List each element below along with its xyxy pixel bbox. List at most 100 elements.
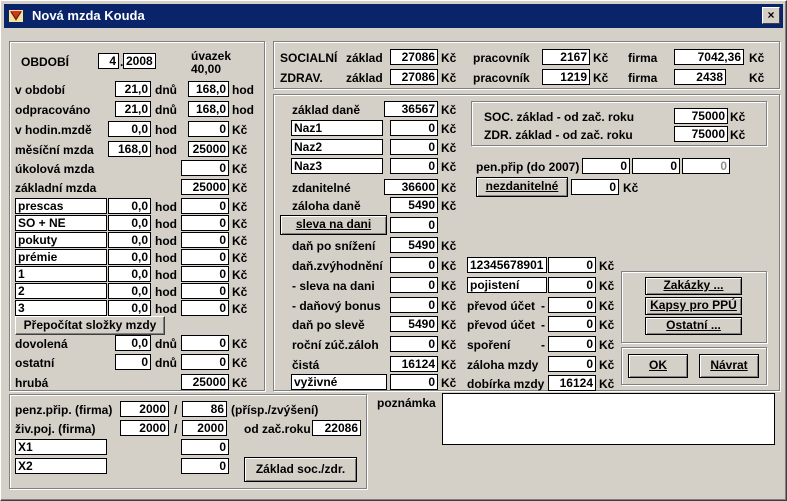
hruba-amount[interactable]: 25000 [181,374,229,390]
navrat-button[interactable]: Návrat [699,354,759,378]
v-obdobi-hours[interactable]: 168,0 [188,81,229,97]
component-hours[interactable]: 0,0 [108,215,151,231]
x2-name[interactable]: X2 [15,458,107,474]
year-field[interactable]: 2008 [123,53,156,69]
nezdanitelne-value[interactable]: 0 [571,179,619,195]
component-name[interactable]: 1 [15,266,107,282]
zaloha-mzdy-value[interactable]: 0 [548,356,596,372]
naz3-name[interactable]: Naz3 [291,158,383,174]
zdr-zaklad-field[interactable]: 27086 [390,69,438,85]
component-name[interactable]: prescas [15,198,107,214]
component-amount[interactable]: 0 [181,198,229,214]
title-bar[interactable]: Nová mzda Kouda × [4,4,783,28]
mesicni-mzda-amount[interactable]: 25000 [188,141,229,157]
od-zac-roku-value[interactable]: 22086 [312,420,361,436]
soc-firma-field[interactable]: 7042,36 [674,49,744,65]
component-name[interactable]: 2 [15,283,107,299]
poznamka-field[interactable] [442,393,775,445]
soc-cumul-field[interactable]: 75000 [674,108,728,124]
x1-name[interactable]: X1 [15,439,107,455]
component-amount[interactable]: 0 [181,215,229,231]
naz1-value[interactable]: 0 [390,120,438,136]
penz-prip-note: (přísp./zvýšení) [231,403,319,417]
sporeni-value[interactable]: 0 [548,336,596,352]
component-name[interactable]: pokuty [15,232,107,248]
component-amount[interactable]: 0 [181,249,229,265]
zakazky-button[interactable]: Zakázky ... [645,277,742,295]
rocni-zuc-field[interactable]: 0 [390,336,438,352]
account-name[interactable]: 12345678901 [467,257,547,273]
zdr-cumul-field[interactable]: 75000 [674,126,728,142]
cista-field[interactable]: 16124 [390,356,438,372]
hodin-mzde-amount[interactable]: 0 [188,121,229,137]
dan-zvyhodneni-field[interactable]: 0 [390,257,438,273]
component-hours[interactable]: 0,0 [108,249,151,265]
component-amount[interactable]: 0 [181,266,229,282]
component-amount[interactable]: 0 [181,283,229,299]
ziv-poj-value[interactable]: 2000 [182,420,227,436]
x1-value[interactable]: 0 [181,439,229,455]
pen-prip-v1[interactable]: 0 [582,158,630,174]
pojisteni-name[interactable]: pojistení [467,277,547,293]
danovy-bonus-field[interactable]: 0 [390,297,438,313]
odpracovano-days[interactable]: 21,0 [115,101,151,117]
close-button[interactable]: × [762,7,780,24]
prevod2-value[interactable]: 0 [548,316,596,332]
component-hours[interactable]: 0,0 [108,300,151,316]
account-value[interactable]: 0 [548,257,596,273]
dan-po-sleve-field[interactable]: 5490 [390,316,438,332]
naz1-name[interactable]: Naz1 [291,120,383,136]
zakladni-mzda-amount[interactable]: 25000 [181,179,229,195]
mesicni-mzda-hours[interactable]: 168,0 [108,141,151,157]
component-name[interactable]: prémie [15,249,107,265]
zdanitelne-field[interactable]: 36600 [384,179,438,195]
hodin-mzde-hours[interactable]: 0,0 [108,121,151,137]
dovolena-amount[interactable]: 0 [181,335,229,351]
component-hours[interactable]: 0,0 [108,198,151,214]
pojisteni-value[interactable]: 0 [548,277,596,293]
ziv-poj-firma[interactable]: 2000 [120,420,169,436]
soc-zaklad-field[interactable]: 27086 [390,49,438,65]
zdr-firma-field[interactable]: 2438 [674,69,726,85]
recalc-components-button[interactable]: Přepočítat složky mzdy [15,316,165,335]
sleva-na-dani-field[interactable]: 0 [390,277,438,293]
v-obdobi-days[interactable]: 21,0 [115,81,151,97]
ostatni-days[interactable]: 0 [115,354,151,370]
month-field[interactable]: 4 [98,53,119,69]
ostatni-amount[interactable]: 0 [181,354,229,370]
component-amount[interactable]: 0 [181,232,229,248]
penz-prip-zvyseni[interactable]: 86 [182,401,227,417]
pen-prip-v3[interactable]: 0 [682,158,730,174]
component-hours[interactable]: 0,0 [108,283,151,299]
component-hours[interactable]: 0,0 [108,232,151,248]
naz2-value[interactable]: 0 [390,139,438,155]
dobirka-value[interactable]: 16124 [548,375,596,391]
nezdanitelne-button[interactable]: nezdanitelné [476,177,568,197]
vyzivne-name[interactable]: vyživné [291,374,387,390]
zaloha-dane-field[interactable]: 5490 [390,197,438,213]
x2-value[interactable]: 0 [181,458,229,474]
penz-prip-firma[interactable]: 2000 [120,401,169,417]
sleva-value[interactable]: 0 [390,217,438,233]
component-amount[interactable]: 0 [181,300,229,316]
component-name[interactable]: 3 [15,300,107,316]
zaklad-dane-field[interactable]: 36567 [384,101,438,117]
component-hours[interactable]: 0,0 [108,266,151,282]
zaklad-soc-zdr-button[interactable]: Základ soc./zdr. [244,457,357,482]
kapsy-ppu-button[interactable]: Kapsy pro PPÚ [645,297,742,315]
soc-pracovnik-field[interactable]: 2167 [542,49,590,65]
ostatni-button[interactable]: Ostatní ... [645,317,742,335]
pen-prip-v2[interactable]: 0 [632,158,680,174]
odpracovano-hours[interactable]: 168,0 [188,101,229,117]
ok-button[interactable]: OK [628,354,688,378]
sleva-na-dani-button[interactable]: sleva na dani [280,215,387,235]
naz2-name[interactable]: Naz2 [291,139,383,155]
prevod1-value[interactable]: 0 [548,297,596,313]
component-name[interactable]: SO + NE [15,215,107,231]
naz3-value[interactable]: 0 [390,158,438,174]
zdr-pracovnik-field[interactable]: 1219 [542,69,590,85]
dan-po-snizeni-field[interactable]: 5490 [390,237,438,253]
vyzivne-value[interactable]: 0 [390,374,438,390]
ukolova-mzda-amount[interactable]: 0 [181,160,229,176]
dovolena-days[interactable]: 0,0 [115,335,151,351]
